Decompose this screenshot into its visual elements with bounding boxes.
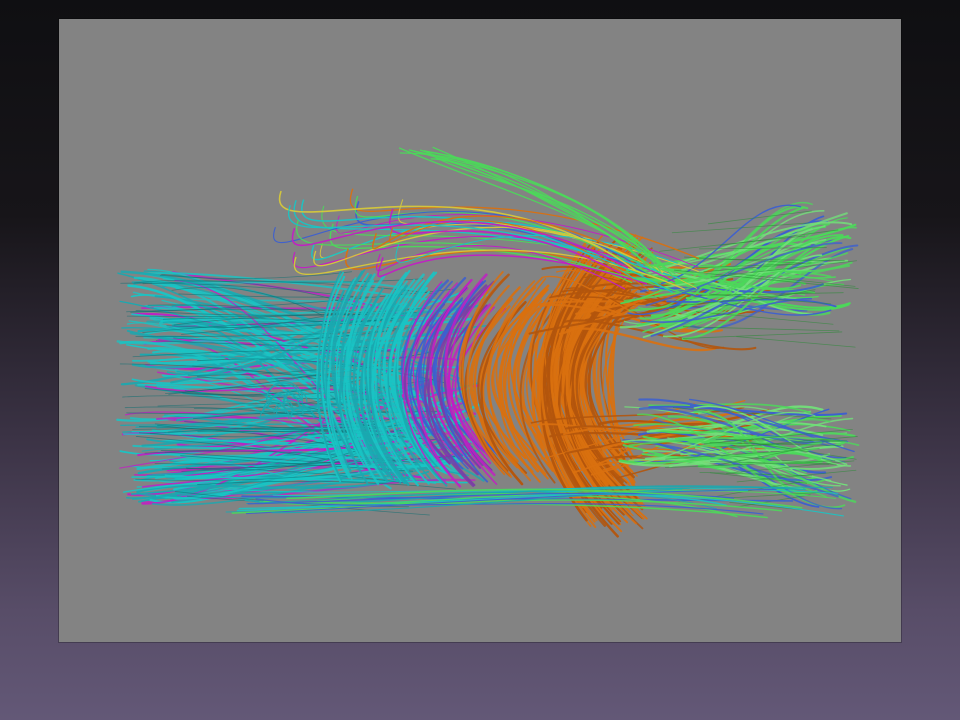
fiber-tract-image: [116, 146, 860, 538]
upper-wisp-fibers: [273, 146, 700, 294]
green-right-bundle: [618, 201, 860, 511]
figure-panel: [59, 19, 901, 642]
